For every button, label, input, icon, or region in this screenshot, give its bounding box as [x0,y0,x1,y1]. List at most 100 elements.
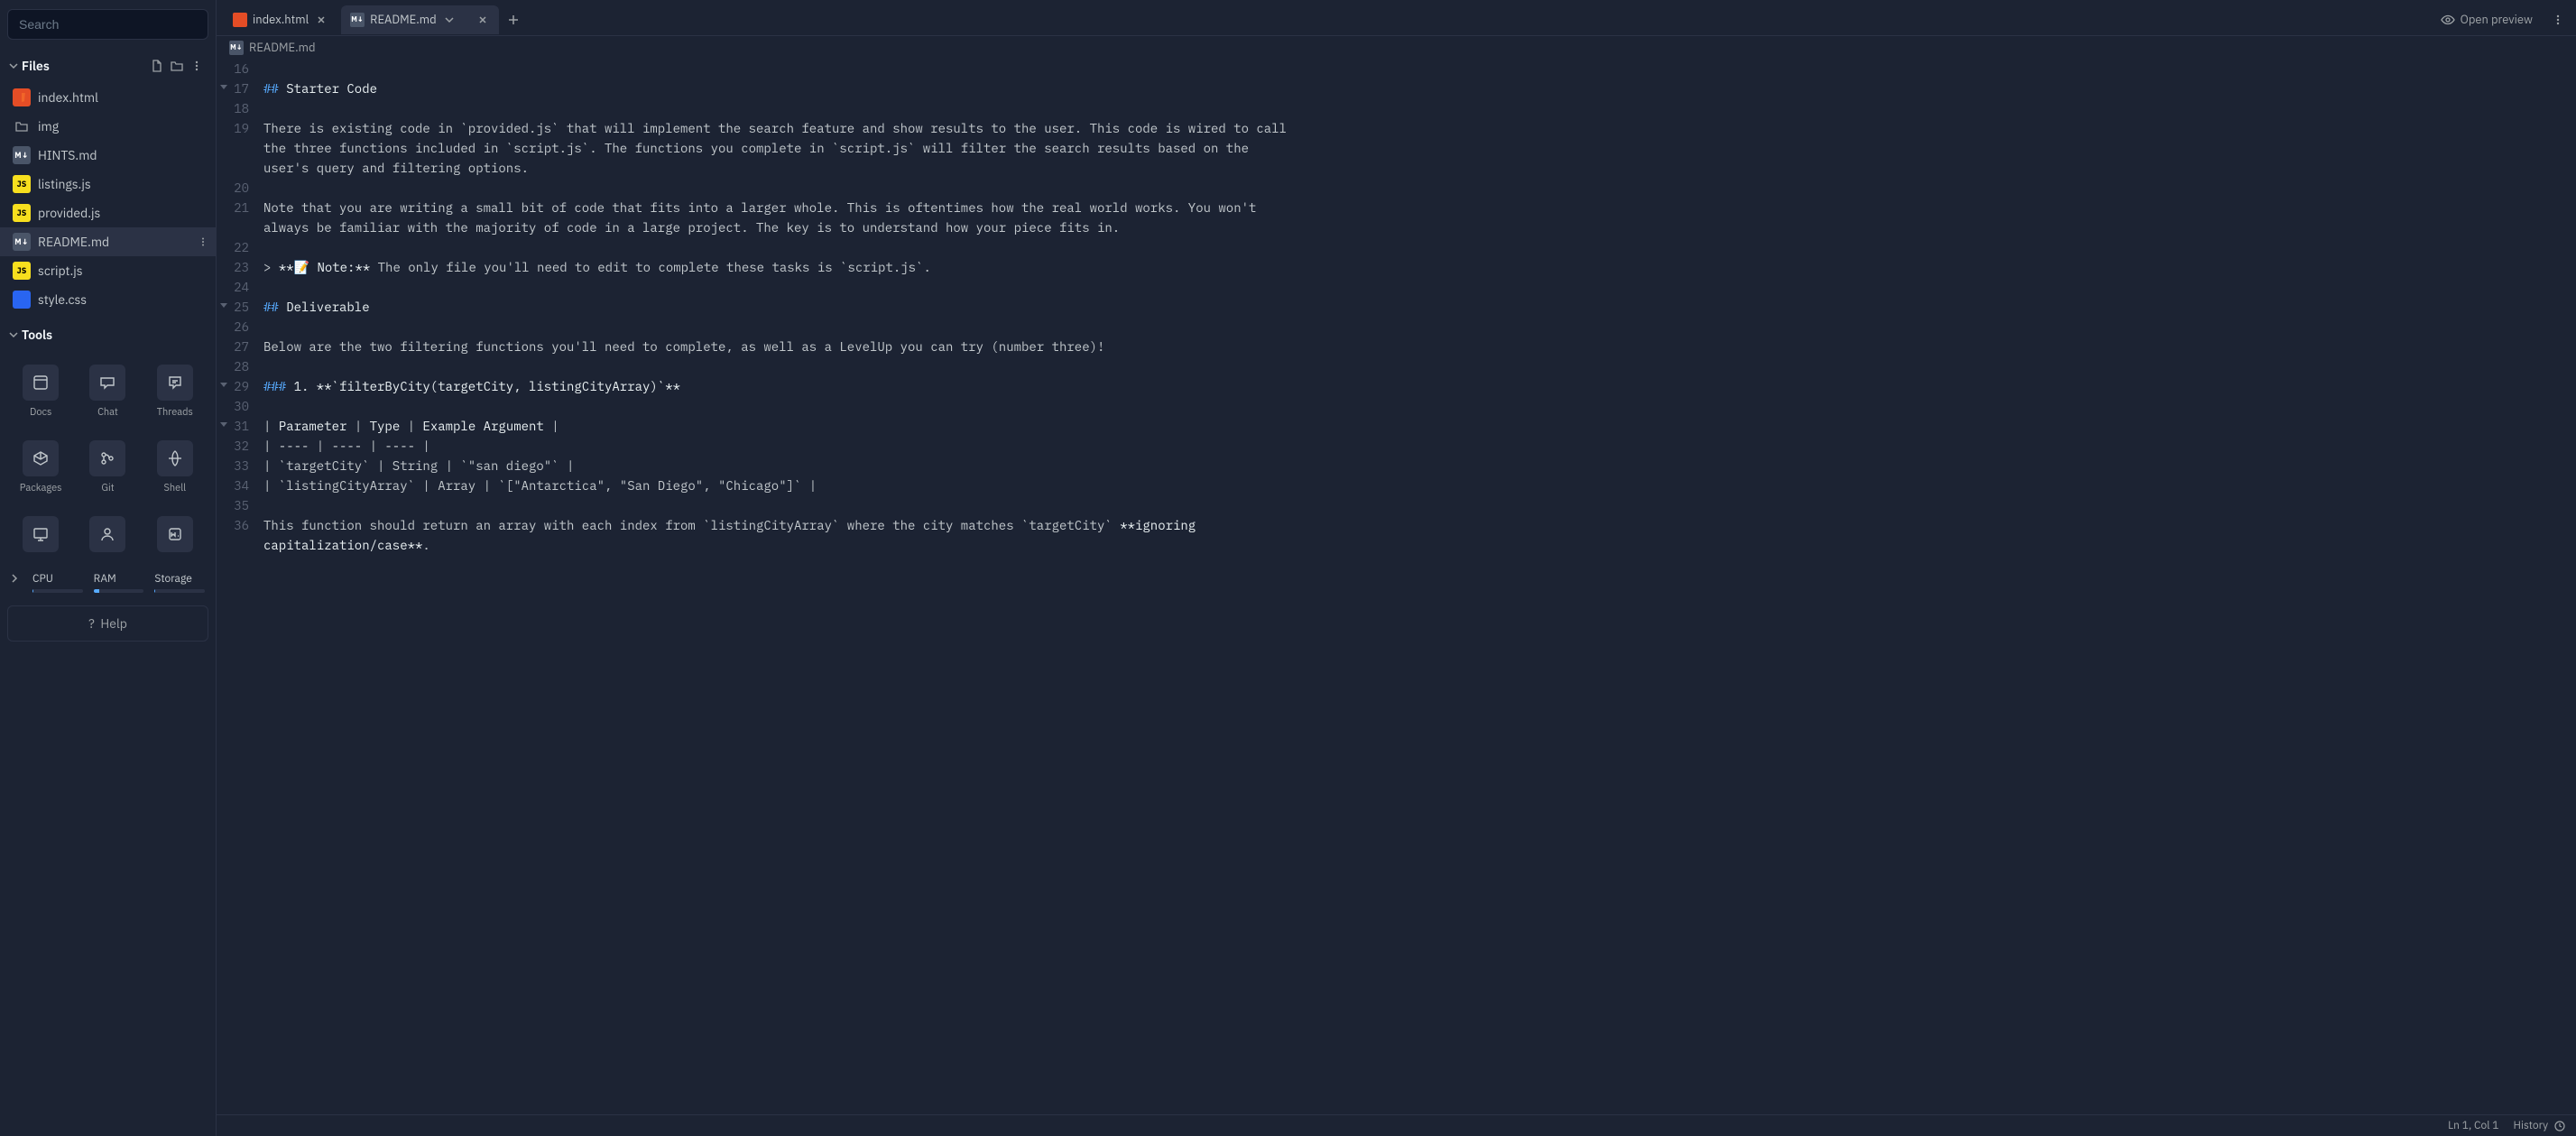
line-number: 16 [217,59,254,79]
file-item-listings-js[interactable]: JS listings.js [0,170,216,199]
line-number: 21 [217,198,254,237]
line-number: 20 [217,178,254,198]
markdown-icon: M↓ [13,146,31,164]
tool-threads[interactable]: Threads [145,357,205,426]
file-item-README-md[interactable]: M↓ README.md [0,227,216,256]
ram-meter: RAM [94,572,144,593]
line-number: 29 [217,376,254,396]
help-button[interactable]: ? Help [7,605,208,642]
line-number: 17 [217,79,254,98]
tool-git[interactable]: Git [78,433,137,502]
js-icon: JS [13,175,31,193]
js-icon: JS [13,204,31,222]
file-kebab-icon[interactable] [198,236,208,247]
history-button[interactable]: History [2514,1119,2565,1132]
markdown-icon: M↓ [350,13,365,27]
tool-extra-2[interactable] [145,509,205,559]
file-name: README.md [38,234,109,250]
file-item-HINTS-md[interactable]: M↓ HINTS.md [0,141,216,170]
help-icon: ? [88,615,95,632]
files-section-title: Files [22,58,147,74]
tab-kebab-icon[interactable] [2547,9,2569,31]
file-item-script-js[interactable]: JS script.js [0,256,216,285]
line-number: 32 [217,436,254,456]
code-line [263,98,2576,118]
file-item-img[interactable]: img [0,112,216,141]
file-name: listings.js [38,176,91,192]
tool-shell[interactable]: Shell [145,433,205,502]
code-line: ## Deliverable [263,297,2576,317]
line-number: 23 [217,257,254,277]
files-kebab-icon[interactable] [187,56,207,76]
tab-README-md[interactable]: M↓README.md [341,5,499,34]
html-icon [233,13,247,27]
tool-packages[interactable]: Packages [11,433,70,502]
line-number: 34 [217,476,254,495]
code-line [263,277,2576,297]
new-file-icon[interactable] [147,56,167,76]
file-item-style-css[interactable]: style.css [0,285,216,314]
line-number: 35 [217,495,254,515]
docs-icon [23,365,59,401]
new-folder-icon[interactable] [167,56,187,76]
tool-extra-0[interactable] [11,509,70,559]
code-line [263,237,2576,257]
code-line [263,356,2576,376]
chevron-down-icon[interactable] [442,13,457,27]
code-line [263,59,2576,79]
packages-icon [23,440,59,476]
code-line: | `listingCityArray` | Array | `["Antarc… [263,476,2576,495]
file-name: provided.js [38,205,100,221]
breadcrumb: M↓ README.md [217,36,2576,59]
close-icon[interactable] [475,13,490,27]
code-line [263,178,2576,198]
line-number: 28 [217,356,254,376]
line-number: 26 [217,317,254,337]
file-name: script.js [38,263,83,279]
open-preview-button[interactable]: Open preview [2433,8,2540,31]
line-number: 22 [217,237,254,257]
code-editor[interactable]: 16171819 2021 22232425262728293031323334… [217,59,2576,1114]
file-item-index-html[interactable]: index.html [0,83,216,112]
markdown-icon: M↓ [13,233,31,251]
line-number: 33 [217,456,254,476]
tab-index-html[interactable]: index.html [224,5,337,34]
js-icon: JS [13,262,31,280]
chat-icon [89,365,125,401]
file-name: index.html [38,89,98,106]
chevron-down-icon[interactable] [7,328,20,341]
shell-icon [157,440,193,476]
tool-docs[interactable]: Docs [11,357,70,426]
line-number: 31 [217,416,254,436]
code-line: There is existing code in `provided.js` … [263,118,2576,178]
line-number: 19 [217,118,254,178]
threads-icon [157,365,193,401]
chevron-right-icon[interactable] [11,572,22,583]
code-line [263,495,2576,515]
search-input[interactable] [7,9,208,40]
file-name: HINTS.md [38,147,97,163]
code-line [263,317,2576,337]
line-number: 25 [217,297,254,317]
code-line: | `targetCity` | String | `"san diego"` … [263,456,2576,476]
tool-extra-1[interactable] [78,509,137,559]
tool-chat[interactable]: Chat [78,357,137,426]
close-icon[interactable] [314,13,328,27]
html-icon [13,88,31,106]
code-line: This function should return an array wit… [263,515,2576,555]
code-line [263,396,2576,416]
code-line: > **📝 Note:** The only file you'll need … [263,257,2576,277]
chevron-down-icon[interactable] [7,60,20,72]
storage-meter: Storage [154,572,205,593]
line-number: 27 [217,337,254,356]
cpu-meter: CPU [32,572,83,593]
add-tab-button[interactable] [503,9,524,31]
eye-icon [2441,13,2455,27]
code-line: ### 1. **`filterByCity(targetCity, listi… [263,376,2576,396]
line-number: 24 [217,277,254,297]
file-name: img [38,118,59,134]
css-icon [13,291,31,309]
git-icon [89,440,125,476]
file-item-provided-js[interactable]: JS provided.js [0,199,216,227]
cursor-position[interactable]: Ln 1, Col 1 [2448,1119,2498,1132]
